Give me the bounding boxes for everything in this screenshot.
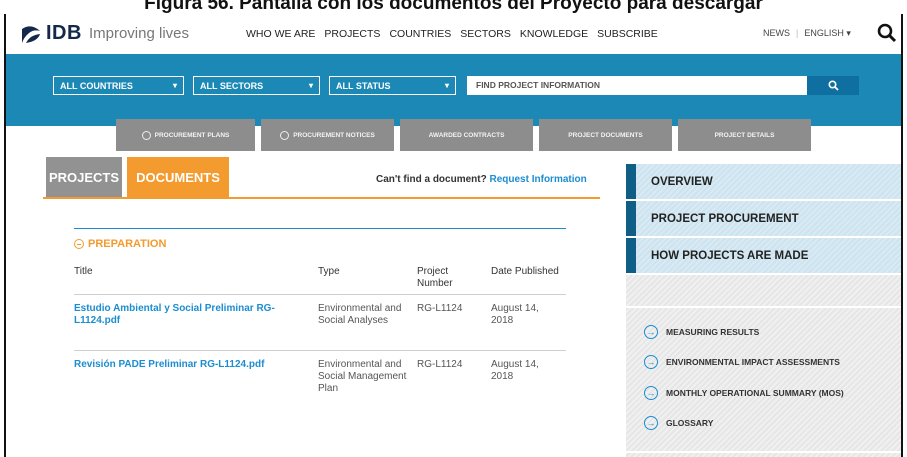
request-information-link[interactable]: Request Information (490, 174, 587, 185)
tab-procurement-plans[interactable]: PROCUREMENT PLANS (116, 119, 255, 151)
idb-logo-icon (22, 25, 40, 43)
col-date-published: Date Published (491, 266, 559, 277)
document-link-2[interactable]: Revisión PADE Preliminar RG-L1124.pdf (74, 359, 289, 371)
row-divider (74, 350, 566, 351)
tab-documents[interactable]: DOCUMENTS (127, 157, 229, 197)
circle-icon (141, 130, 151, 140)
col-project-number: Project Number (417, 266, 453, 289)
tab-label: AWARDED CONTRACTS (428, 131, 505, 139)
browser-frame: IDB Improving lives WHO WE ARE PROJECTS … (4, 14, 903, 457)
status-select-label: ALL STATUS (336, 80, 391, 91)
resource-monthly-summary[interactable]: → MONTHLY OPERATIONAL SUMMARY (MOS) (644, 386, 844, 400)
circle-icon (280, 130, 290, 140)
collapse-icon (74, 239, 84, 249)
resource-label: MONTHLY OPERATIONAL SUMMARY (MOS) (666, 388, 844, 398)
nav-sectors[interactable]: SECTORS (460, 28, 511, 40)
doc-number-2: RG-L1124 (417, 359, 463, 370)
arrow-right-icon: → (644, 386, 658, 400)
divider: | (796, 28, 799, 38)
filter-band: ALL COUNTRIES ▾ ALL SECTORS ▾ ALL STATUS… (6, 54, 901, 126)
idb-logo[interactable]: IDB Improving lives (20, 22, 189, 45)
doc-date-2: August 14, 2018 (491, 359, 539, 382)
cant-find-note: Can't find a document? Request Informati… (376, 174, 587, 185)
tab-project-documents[interactable]: PROJECT DOCUMENTS (539, 119, 672, 151)
resource-label: ENVIRONMENTAL IMPACT ASSESSMENTS (666, 357, 840, 367)
preparation-toggle[interactable]: PREPARATION (74, 238, 166, 250)
news-link[interactable]: NEWS (763, 28, 790, 39)
doc-number-1: RG-L1124 (417, 303, 463, 314)
nav-knowledge[interactable]: KNOWLEDGE (520, 28, 588, 40)
utility-nav: NEWS | ENGLISH ▾ (763, 28, 851, 39)
logo-text: IDB (46, 22, 82, 44)
document-link-1[interactable]: Estudio Ambiental y Social Preliminar RG… (74, 303, 289, 327)
project-subnav: PROCUREMENT PLANS PROCUREMENT NOTICES AW… (116, 119, 811, 151)
section-divider (74, 228, 566, 229)
sidebar-item-overview[interactable]: OVERVIEW (626, 164, 901, 199)
figure-caption: Figura 56. Pantalla con los documentos d… (0, 0, 907, 14)
arrow-right-icon: → (644, 416, 658, 430)
row-divider (74, 294, 566, 295)
tab-label: PROCUREMENT PLANS (154, 131, 230, 139)
resource-glossary[interactable]: → GLOSSARY (644, 416, 713, 430)
main-nav: WHO WE ARE PROJECTS COUNTRIES SECTORS KN… (246, 28, 658, 40)
arrow-right-icon: → (644, 355, 658, 369)
divider (626, 306, 901, 308)
col-type: Type (318, 266, 340, 277)
top-navigation: IDB Improving lives WHO WE ARE PROJECTS … (6, 14, 901, 54)
language-select[interactable]: ENGLISH ▾ (804, 28, 851, 39)
caret-down-icon: ▾ (308, 81, 313, 90)
nav-subscribe[interactable]: SUBSCRIBE (597, 28, 658, 40)
cant-find-text: Can't find a document? (376, 174, 487, 185)
sector-select[interactable]: ALL SECTORS ▾ (193, 76, 320, 95)
caption-text: Figura 56. Pantalla con los documentos d… (144, 0, 763, 14)
doc-type-1: Environmental and Social Analyses (318, 303, 402, 326)
col-title: Title (74, 266, 93, 277)
divider (626, 451, 901, 453)
resource-label: GLOSSARY (666, 418, 714, 428)
sector-select-label: ALL SECTORS (200, 80, 264, 91)
doc-date-1: August 14, 2018 (491, 303, 539, 326)
resource-measuring-results[interactable]: → MEASURING RESULTS (644, 325, 759, 339)
arrow-right-icon: → (644, 325, 658, 339)
country-select-label: ALL COUNTRIES (60, 80, 133, 91)
caret-down-icon: ▾ (444, 81, 449, 90)
nav-countries[interactable]: COUNTRIES (389, 28, 451, 40)
resource-environmental-impact[interactable]: → ENVIRONMENTAL IMPACT ASSESSMENTS (644, 355, 840, 369)
country-select[interactable]: ALL COUNTRIES ▾ (53, 76, 184, 95)
tab-awarded-contracts[interactable]: AWARDED CONTRACTS (400, 119, 533, 151)
nav-projects[interactable]: PROJECTS (324, 28, 380, 40)
divider (626, 273, 901, 275)
status-select[interactable]: ALL STATUS ▾ (329, 76, 456, 95)
tab-label: PROCUREMENT NOTICES (293, 131, 375, 139)
nav-who-we-are[interactable]: WHO WE ARE (246, 28, 315, 40)
sidebar-item-project-procurement[interactable]: PROJECT PROCUREMENT (626, 201, 901, 236)
resource-label: MEASURING RESULTS (666, 327, 760, 337)
search-icon (827, 80, 839, 91)
tagline: Improving lives (88, 25, 189, 42)
tab-projects[interactable]: PROJECTS (46, 157, 122, 197)
sidebar-item-how-projects-are-made[interactable]: HOW PROJECTS ARE MADE (626, 238, 901, 273)
doc-type-2: Environmental and Social Management Plan (318, 359, 407, 394)
tab-procurement-notices[interactable]: PROCUREMENT NOTICES (261, 119, 394, 151)
tab-label: PROJECT DOCUMENTS (568, 131, 643, 139)
tab-project-details[interactable]: PROJECT DETAILS (678, 119, 811, 151)
project-search-input[interactable]: FIND PROJECT INFORMATION (467, 76, 807, 95)
search-button[interactable] (807, 76, 859, 95)
caret-down-icon: ▾ (172, 81, 177, 90)
tab-label: PROJECT DETAILS (714, 131, 775, 139)
section-title: PREPARATION (88, 238, 167, 250)
search-icon[interactable] (876, 22, 898, 44)
